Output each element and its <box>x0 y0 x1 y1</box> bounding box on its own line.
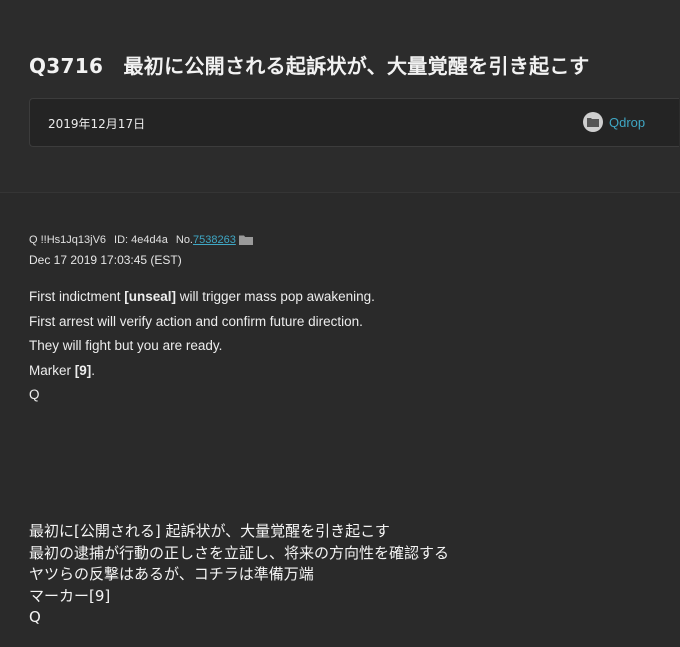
post-body: First indictment [unseal] will trigger m… <box>29 285 669 408</box>
article-header: Q3716 最初に公開される起訴状が、大量覚醒を引き起こす 2019年12月17… <box>0 0 680 193</box>
page-title: Q3716 最初に公開される起訴状が、大量覚醒を引き起こす <box>29 54 590 78</box>
translation-line: 最初の逮捕が行動の正しさを立証し、将来の方向性を確認する <box>29 543 450 562</box>
post-no-prefix: No. <box>175 234 193 246</box>
post-line: Q <box>29 387 40 402</box>
post-header: Q !!Hs1Jq13jV6 ID: 4e4d4a No. 7538263 <box>29 234 669 246</box>
post-line: They will fight but you are ready. <box>29 338 223 353</box>
post-line: Marker [9]. <box>29 362 96 378</box>
japanese-translation: 最初に[公開される] 起訴状が、大量覚醒を引き起こす 最初の逮捕が行動の正しさを… <box>29 521 669 629</box>
folder-icon <box>583 112 603 132</box>
post-meta-bar: 2019年12月17日 Qdrop <box>29 98 679 147</box>
post-author: Q !!Hs1Jq13jV6 <box>29 234 107 246</box>
post-number-link[interactable]: 7538263 <box>193 234 236 246</box>
post-line: First indictment [unseal] will trigger m… <box>29 289 375 304</box>
post-timestamp: Dec 17 2019 17:03:45 (EST) <box>29 253 182 267</box>
post-date: 2019年12月17日 <box>48 117 146 131</box>
post-id: ID: 4e4d4a <box>114 234 168 246</box>
translation-line: Q <box>29 608 41 626</box>
post-line: First arrest will verify action and conf… <box>29 313 363 329</box>
category-label[interactable]: Qdrop <box>609 115 645 130</box>
folder-icon[interactable] <box>238 235 253 245</box>
translation-line: 最初に[公開される] 起訴状が、大量覚醒を引き起こす <box>29 522 390 540</box>
q-post: Q !!Hs1Jq13jV6 ID: 4e4d4a No. 7538263 De… <box>29 234 669 408</box>
translation-line: マーカー[9] <box>29 586 111 605</box>
translation-line: ヤツらの反撃はあるが、コチラは準備万端 <box>29 565 314 583</box>
category-link[interactable]: Qdrop <box>583 111 645 133</box>
